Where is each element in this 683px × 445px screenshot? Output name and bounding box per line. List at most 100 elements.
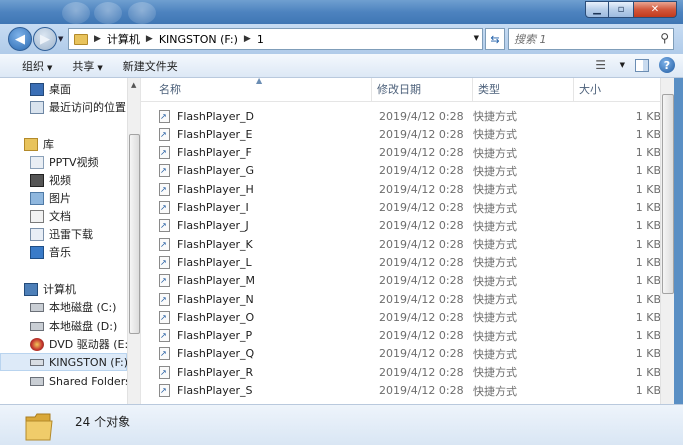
- breadcrumb-computer[interactable]: 计算机: [107, 31, 140, 47]
- recent-pages-dropdown[interactable]: ▼: [58, 35, 63, 43]
- preview-pane-button[interactable]: [635, 58, 649, 72]
- column-header-name[interactable]: ▲ 名称: [141, 78, 372, 102]
- file-name-cell[interactable]: FlashPlayer_O: [141, 310, 372, 324]
- nav-item-thunder[interactable]: 迅雷下载: [30, 225, 93, 243]
- nav-item-label: 计算机: [43, 283, 76, 296]
- file-name-cell[interactable]: FlashPlayer_F: [141, 146, 372, 160]
- file-name: FlashPlayer_L: [177, 255, 252, 269]
- shared-folder-icon: [30, 376, 44, 386]
- file-date: 2019/4/12 0:28: [379, 182, 464, 196]
- nav-item-music[interactable]: 音乐: [30, 243, 71, 261]
- back-button[interactable]: ◀: [8, 27, 32, 51]
- forward-button[interactable]: ▶: [33, 27, 57, 51]
- address-bar[interactable]: ▶ 计算机 ▶ KINGSTON (F:) ▶ 1 ▼: [68, 28, 483, 50]
- arrow-right-icon: ▶: [40, 31, 50, 47]
- nav-item-label: 本地磁盘 (C:): [49, 301, 117, 314]
- column-header-size[interactable]: 大小: [574, 78, 661, 102]
- file-name-cell[interactable]: FlashPlayer_E: [141, 127, 372, 141]
- breadcrumb-folder[interactable]: 1: [257, 33, 264, 46]
- file-name-cell[interactable]: FlashPlayer_M: [141, 274, 372, 288]
- file-name-cell[interactable]: FlashPlayer_Q: [141, 347, 372, 361]
- file-type: 快捷方式: [473, 311, 517, 325]
- shortcut-icon: [159, 329, 170, 343]
- close-button[interactable]: ✕: [634, 1, 677, 18]
- window-title-bar[interactable]: ▁ ▫ ✕: [0, 0, 683, 24]
- minimize-button[interactable]: ▁: [585, 1, 609, 18]
- help-button[interactable]: ?: [659, 57, 675, 73]
- file-list-scroll-thumb[interactable]: [662, 94, 674, 294]
- nav-item-pictures[interactable]: 图片: [30, 189, 71, 207]
- nav-item-kingston[interactable]: KINGSTON (F:): [0, 353, 129, 371]
- table-row[interactable]: FlashPlayer_I 2019/4/12 0:28 快捷方式 1 KB: [141, 199, 661, 217]
- table-row[interactable]: FlashPlayer_Q 2019/4/12 0:28 快捷方式 1 KB: [141, 345, 661, 363]
- table-row[interactable]: FlashPlayer_R 2019/4/12 0:28 快捷方式 1 KB: [141, 363, 661, 381]
- search-input[interactable]: 搜索 1 ⚲: [508, 28, 674, 50]
- table-row[interactable]: FlashPlayer_H 2019/4/12 0:28 快捷方式 1 KB: [141, 180, 661, 198]
- file-name-cell[interactable]: FlashPlayer_G: [141, 164, 372, 178]
- organize-button[interactable]: 组织 ▼: [12, 58, 62, 74]
- nav-scroll-thumb[interactable]: [129, 134, 140, 334]
- address-dropdown-icon[interactable]: ▼: [474, 34, 479, 42]
- file-name-cell[interactable]: FlashPlayer_J: [141, 219, 372, 233]
- file-name-cell[interactable]: FlashPlayer_K: [141, 237, 372, 251]
- table-row[interactable]: FlashPlayer_K 2019/4/12 0:28 快捷方式 1 KB: [141, 235, 661, 253]
- file-list-scrollbar[interactable]: [660, 78, 674, 404]
- column-header-date[interactable]: 修改日期: [372, 78, 473, 102]
- file-size: 1 KB: [635, 255, 661, 269]
- table-row[interactable]: FlashPlayer_L 2019/4/12 0:28 快捷方式 1 KB: [141, 253, 661, 271]
- table-row[interactable]: FlashPlayer_E 2019/4/12 0:28 快捷方式 1 KB: [141, 125, 661, 143]
- nav-item-dvd-drive[interactable]: DVD 驱动器 (E:) V: [30, 335, 140, 353]
- nav-item-pptv[interactable]: PPTV视频: [30, 153, 99, 171]
- table-row[interactable]: FlashPlayer_P 2019/4/12 0:28 快捷方式 1 KB: [141, 327, 661, 345]
- shortcut-icon: [159, 347, 170, 361]
- nav-item-desktop[interactable]: 桌面: [30, 80, 71, 98]
- table-row[interactable]: FlashPlayer_J 2019/4/12 0:28 快捷方式 1 KB: [141, 217, 661, 235]
- file-name-cell[interactable]: FlashPlayer_H: [141, 182, 372, 196]
- scroll-up-icon[interactable]: ▲: [131, 81, 136, 89]
- chevron-down-icon: ▼: [97, 63, 103, 72]
- breadcrumb-drive[interactable]: KINGSTON (F:): [159, 33, 238, 46]
- table-row[interactable]: FlashPlayer_S 2019/4/12 0:28 快捷方式 1 KB: [141, 382, 661, 400]
- maximize-button[interactable]: ▫: [609, 1, 634, 18]
- nav-item-computer[interactable]: 计算机: [24, 280, 76, 298]
- column-header-type[interactable]: 类型: [473, 78, 574, 102]
- nav-item-drive-c[interactable]: 本地磁盘 (C:): [30, 298, 116, 316]
- file-name-cell[interactable]: FlashPlayer_I: [141, 201, 372, 214]
- table-row[interactable]: FlashPlayer_F 2019/4/12 0:28 快捷方式 1 KB: [141, 144, 661, 162]
- file-name-cell[interactable]: FlashPlayer_D: [141, 109, 372, 123]
- table-row[interactable]: FlashPlayer_G 2019/4/12 0:28 快捷方式 1 KB: [141, 162, 661, 180]
- nav-item-label: 迅雷下载: [49, 228, 93, 241]
- view-dropdown-icon[interactable]: ▼: [620, 61, 625, 69]
- nav-item-recent-places[interactable]: 最近访问的位置: [30, 98, 126, 116]
- details-pane: 24 个对象: [0, 404, 683, 445]
- taskbar-ghost-icon: [128, 2, 156, 24]
- nav-item-videos[interactable]: 视频: [30, 171, 71, 189]
- file-name-cell[interactable]: FlashPlayer_S: [141, 384, 372, 397]
- file-name-cell[interactable]: FlashPlayer_L: [141, 255, 372, 269]
- nav-item-library[interactable]: 库: [24, 135, 54, 153]
- nav-scrollbar[interactable]: ▲: [127, 78, 140, 404]
- table-row[interactable]: FlashPlayer_M 2019/4/12 0:28 快捷方式 1 KB: [141, 272, 661, 290]
- breadcrumb-separator-icon[interactable]: ▶: [146, 34, 153, 44]
- file-name-cell[interactable]: FlashPlayer_R: [141, 365, 372, 379]
- table-row[interactable]: FlashPlayer_D 2019/4/12 0:28 快捷方式 1 KB: [141, 107, 661, 125]
- breadcrumb-separator-icon[interactable]: ▶: [94, 34, 101, 44]
- file-type: 快捷方式: [473, 219, 517, 233]
- change-view-button[interactable]: ☰: [592, 57, 610, 73]
- nav-item-label: 最近访问的位置: [49, 101, 126, 114]
- search-icon[interactable]: ⚲: [660, 31, 669, 45]
- refresh-icon: ⇆: [490, 32, 500, 46]
- nav-item-documents[interactable]: 文档: [30, 207, 71, 225]
- file-name-cell[interactable]: FlashPlayer_N: [141, 292, 372, 306]
- share-button[interactable]: 共享 ▼: [62, 58, 112, 74]
- breadcrumb-separator-icon[interactable]: ▶: [244, 34, 251, 44]
- refresh-button[interactable]: ⇆: [485, 28, 505, 50]
- nav-item-drive-d[interactable]: 本地磁盘 (D:): [30, 317, 117, 335]
- table-row[interactable]: FlashPlayer_O 2019/4/12 0:28 快捷方式 1 KB: [141, 308, 661, 326]
- taskbar-ghost-icon: [94, 2, 122, 24]
- file-name-cell[interactable]: FlashPlayer_P: [141, 329, 372, 343]
- nav-item-shared-folders[interactable]: Shared Folders (: [30, 372, 139, 390]
- nav-item-label: KINGSTON (F:): [49, 355, 129, 369]
- new-folder-button[interactable]: 新建文件夹: [113, 58, 188, 74]
- table-row[interactable]: FlashPlayer_N 2019/4/12 0:28 快捷方式 1 KB: [141, 290, 661, 308]
